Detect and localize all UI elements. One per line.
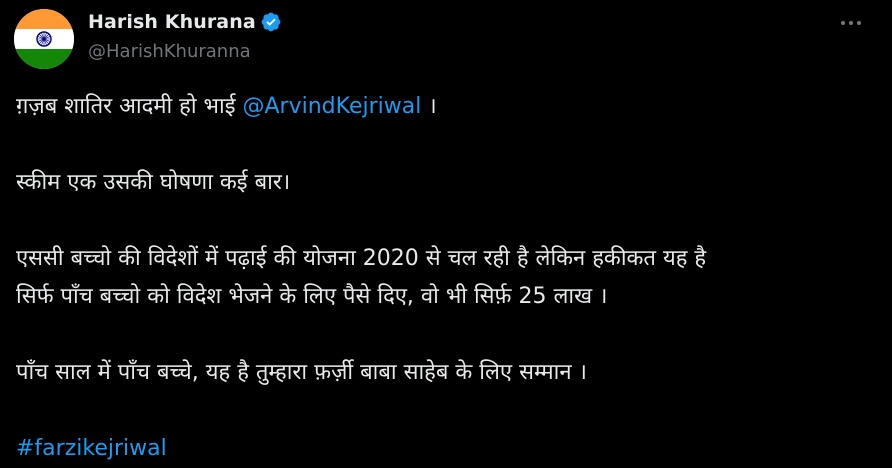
more-options-icon[interactable] xyxy=(836,10,866,36)
tweet-line-4: सिर्फ पाँच बच्चो को विदेश भेजने के लिए प… xyxy=(16,284,608,309)
mention-link[interactable]: @ArvindKejriwal xyxy=(243,94,422,119)
tweet-line-5: पाँच साल में पाँच बच्चे, यह है तुम्हारा … xyxy=(16,360,587,385)
author-display-name[interactable]: Harish Khurana xyxy=(88,11,256,33)
author-name-row: Harish Khurana xyxy=(88,9,282,35)
tweet-line-1-end: । xyxy=(421,94,437,119)
tweet: Harish Khurana @HarishKhuranna ग़ज़ब शात… xyxy=(0,0,892,461)
author-info: Harish Khurana @HarishKhuranna xyxy=(88,9,282,62)
tweet-line-3: एससी बच्चो की विदेशों में पढ़ाई की योजना… xyxy=(16,246,707,271)
author-handle[interactable]: @HarishKhuranna xyxy=(88,41,282,62)
tweet-line-2: स्कीम एक उसकी घोषणा कई बार। xyxy=(16,170,291,195)
tweet-line-1: ग़ज़ब शातिर आदमी हो भाई @ArvindKejriwal … xyxy=(16,88,876,126)
hashtag-link[interactable]: #farzikejriwal xyxy=(16,430,876,468)
verified-badge-icon[interactable] xyxy=(260,11,282,33)
author-avatar[interactable] xyxy=(14,9,74,69)
tweet-line-1-text: ग़ज़ब शातिर आदमी हो भाई xyxy=(16,94,243,119)
tweet-text: ग़ज़ब शातिर आदमी हो भाई @ArvindKejriwal … xyxy=(16,88,876,468)
indian-flag-icon xyxy=(14,9,74,69)
